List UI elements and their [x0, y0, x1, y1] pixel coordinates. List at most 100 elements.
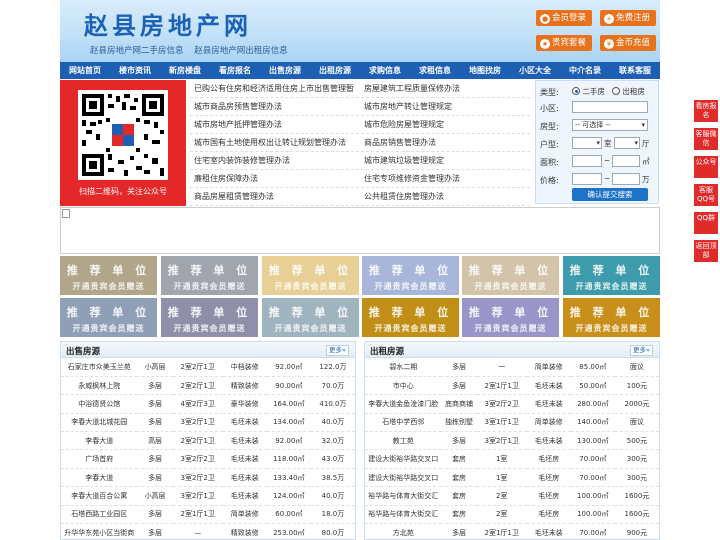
table-row[interactable]: 市中心 多层 2室1厅1卫 毛坯未装 50.00㎡ 100元 [365, 376, 659, 396]
register-button[interactable]: + 免费注册 [600, 10, 656, 26]
header-link-rent[interactable]: 赵县房地产网出租房信息 [194, 46, 288, 56]
policy-link[interactable]: 城市国有土地使用权出让转让规划管理办法 [190, 134, 360, 151]
area-min-input[interactable] [572, 155, 602, 167]
recommended-unit-tile[interactable]: 推 荐 单 位开通贵宾会员赠送 [362, 298, 459, 337]
table-cell[interactable]: 广场首府 [61, 449, 138, 469]
policy-link[interactable]: 城市商品房预售管理办法 [190, 98, 360, 115]
recommended-unit-tile[interactable]: 推 荐 单 位开通贵宾会员赠送 [60, 298, 157, 337]
table-cell[interactable]: 裕华路与体育大街交汇 [365, 505, 442, 525]
table-row[interactable]: 方北苑 多层 2室1厅1卫 毛坯未装 70.00㎡ 900元 [365, 523, 659, 540]
hall-select[interactable]: ▾ [614, 137, 640, 149]
policy-link[interactable]: 城市危险房屋管理规定 [360, 116, 530, 133]
recommended-unit-tile[interactable]: 推 荐 单 位开通贵宾会员赠送 [563, 298, 660, 337]
table-row[interactable]: 李春大道百合公寓 小高层 3室2厅1卫 毛坯未装 124.00㎡ 40.0万 [61, 486, 355, 506]
rent-more-button[interactable]: 更多» [630, 345, 653, 356]
nav-viewing-signup[interactable]: 看房报名 [210, 62, 260, 79]
table-row[interactable]: 建设大街裕华路交叉口 套房 1室 毛坯房 70.00㎡ 300元 [365, 468, 659, 488]
table-cell[interactable]: 石塔中学西邻 [365, 413, 442, 433]
table-cell[interactable]: 教工苑 [365, 431, 442, 451]
sale-more-button[interactable]: 更多» [326, 345, 349, 356]
table-row[interactable]: 广场首府 多层 3室2厅2卫 毛坯未装 118.00㎡ 43.0万 [61, 449, 355, 469]
table-row[interactable]: 裕华路与体育大街交汇 套房 2室 毛坯房 100.00㎡ 1600元 [365, 486, 659, 506]
recommended-unit-tile[interactable]: 推 荐 单 位开通贵宾会员赠送 [563, 256, 660, 295]
nav-want-buy[interactable]: 求购信息 [360, 62, 410, 79]
table-row[interactable]: 中浴德贤公馆 多层 4室2厅3卫 豪华装修 164.00㎡ 410.0万 [61, 394, 355, 414]
table-cell[interactable]: 石塔西路工业园区 [61, 505, 138, 525]
policy-link[interactable]: 城市建筑垃圾管理规定 [360, 152, 530, 169]
nav-for-rent[interactable]: 出租房源 [310, 62, 360, 79]
side-service-qq[interactable]: 客服QQ号 [694, 184, 718, 206]
side-qq-group[interactable]: QQ群 [694, 212, 718, 234]
nav-want-rent[interactable]: 求租信息 [410, 62, 460, 79]
table-cell[interactable]: 李春大道 [61, 468, 138, 488]
table-cell[interactable]: 中浴德贤公馆 [61, 394, 138, 414]
nav-map[interactable]: 地图找房 [460, 62, 510, 79]
recommended-unit-tile[interactable]: 推 荐 单 位开通贵宾会员赠送 [161, 256, 258, 295]
table-row[interactable]: 李春大道金鱼淦漆门脸 底商商铺 3室2厅2卫 毛坯未装 280.00㎡ 2000元 [365, 394, 659, 414]
login-button[interactable]: ● 会员登录 [536, 10, 592, 26]
side-back-to-top[interactable]: 返回顶部 [694, 240, 718, 262]
type-radio-sale[interactable]: 二手房 [572, 86, 605, 97]
policy-link[interactable]: 房屋建筑工程质量保修办法 [360, 80, 530, 97]
table-row[interactable]: 李春大道北城花园 多层 3室2厅1卫 毛坯未装 134.00㎡ 40.0万 [61, 413, 355, 433]
price-min-input[interactable] [572, 173, 602, 185]
table-cell[interactable]: 市中心 [365, 376, 442, 396]
table-cell[interactable]: 方北苑 [365, 523, 442, 540]
recommended-unit-tile[interactable]: 推 荐 单 位开通贵宾会员赠送 [60, 256, 157, 295]
nav-agencies[interactable]: 中介名录 [560, 62, 610, 79]
community-input[interactable] [572, 101, 648, 113]
coin-recharge-button[interactable]: ¥ 金币充值 [600, 35, 656, 51]
search-submit-button[interactable]: 确认提交搜索 [572, 188, 648, 201]
policy-link[interactable]: 商品房销售管理办法 [360, 134, 530, 151]
nav-home[interactable]: 网站首页 [60, 62, 110, 79]
table-cell[interactable]: 裕华路与体育大街交汇 [365, 486, 442, 506]
table-row[interactable]: 裕华路与体育大街交汇 套房 2室 毛坯房 100.00㎡ 1600元 [365, 505, 659, 525]
table-row[interactable]: 教工苑 多层 3室2厅1卫 毛坯未装 130.00㎡ 500元 [365, 431, 659, 451]
nav-news[interactable]: 楼市资讯 [110, 62, 160, 79]
recommended-unit-tile[interactable]: 推 荐 单 位开通贵宾会员赠送 [262, 256, 359, 295]
table-row[interactable]: 李春大道 多层 3室2厅2卫 毛坯未装 133.40㎡ 38.5万 [61, 468, 355, 488]
recommended-unit-tile[interactable]: 推 荐 单 位开通贵宾会员赠送 [362, 256, 459, 295]
ad-banner[interactable] [60, 207, 660, 254]
table-cell[interactable]: 李春大道百合公寓 [61, 486, 138, 506]
side-service-wechat[interactable]: 客服微信 [694, 128, 718, 150]
table-cell[interactable]: 建设大街裕华路交叉口 [365, 449, 442, 469]
table-cell[interactable]: 永威枫林上院 [61, 376, 138, 396]
table-cell[interactable]: 建设大街裕华路交叉口 [365, 468, 442, 488]
table-cell[interactable]: 李春大道 [61, 431, 138, 451]
table-cell[interactable]: 李春大道北城花园 [61, 413, 138, 433]
table-row[interactable]: 建设大街裕华路交叉口 套房 1室 毛坯房 70.00㎡ 300元 [365, 449, 659, 469]
type-radio-rent[interactable]: 出租房 [612, 86, 645, 97]
table-row[interactable]: 碧水二期 多层一简单装修 85.00㎡ 面议 [365, 358, 659, 377]
area-max-input[interactable] [612, 155, 640, 167]
table-cell[interactable]: 石家庄市众美玉兰苑 [61, 358, 138, 377]
table-cell[interactable]: 升华华东苑小区当街商 [61, 523, 138, 540]
header-link-sale[interactable]: 赵县房地产网二手房信息 [90, 46, 184, 56]
room-select[interactable]: ▾ [572, 137, 602, 149]
vip-package-button[interactable]: ★ 贵宾套餐 [536, 35, 592, 51]
table-row[interactable]: 石塔中学西邻 独栋别墅 3室1厅1卫 简单装修 140.00㎡ 面议 [365, 413, 659, 433]
recommended-unit-tile[interactable]: 推 荐 单 位开通贵宾会员赠送 [462, 298, 559, 337]
table-cell[interactable]: 碧水二期 [365, 358, 442, 377]
recommended-unit-tile[interactable]: 推 荐 单 位开通贵宾会员赠送 [262, 298, 359, 337]
site-title[interactable]: 赵县房地产网 [84, 6, 252, 41]
policy-link[interactable]: 城市房地产抵押管理办法 [190, 116, 360, 133]
side-official-account[interactable]: 公众号 [694, 156, 718, 178]
nav-new-homes[interactable]: 新房楼盘 [160, 62, 210, 79]
nav-contact[interactable]: 联系客服 [610, 62, 660, 79]
policy-link[interactable]: 城市房地产转让管理规定 [360, 98, 530, 115]
policy-link[interactable]: 住宅室内装饰装修管理办法 [190, 152, 360, 169]
recommended-unit-tile[interactable]: 推 荐 单 位开通贵宾会员赠送 [161, 298, 258, 337]
policy-link[interactable]: 住宅专项维修资金管理办法 [360, 170, 530, 187]
recommended-unit-tile[interactable]: 推 荐 单 位开通贵宾会员赠送 [462, 256, 559, 295]
policy-link[interactable]: 廉租住房保障办法 [190, 170, 360, 187]
table-row[interactable]: 石家庄市众美玉兰苑 小高层 2室2厅1卫 中档装修 92.00㎡ 122.0万 [61, 358, 355, 377]
nav-communities[interactable]: 小区大全 [510, 62, 560, 79]
table-row[interactable]: 石塔西路工业园区 多层 2室1厅1卫 简单装修 60.00㎡ 18.0万 [61, 505, 355, 525]
policy-link[interactable]: 已购公有住房和经济适用住房上市出售管理暂 [190, 80, 360, 97]
policy-link[interactable]: 商品房屋租赁管理办法 [190, 188, 360, 205]
side-viewing-signup[interactable]: 看房报名 [694, 100, 718, 122]
table-row[interactable]: 永威枫林上院 多层 2室2厅1卫 精致装修 90.00㎡ 70.0万 [61, 376, 355, 396]
table-cell[interactable]: 李春大道金鱼淦漆门脸 [365, 394, 442, 414]
property-select[interactable]: -- 可选择 -- ▾ [572, 119, 648, 131]
